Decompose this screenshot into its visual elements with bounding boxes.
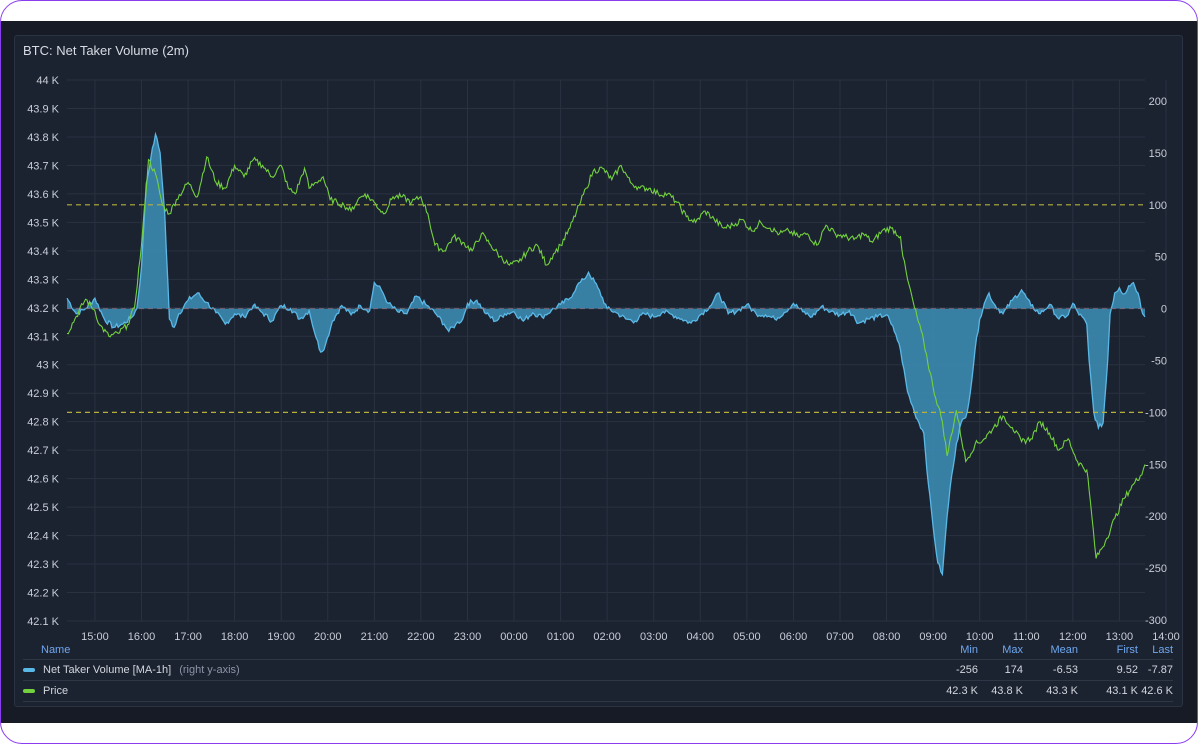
- legend-suffix-volume: (right y-axis): [179, 664, 240, 676]
- legend-name-volume: Net Taker Volume [MA-1h] (right y-axis): [23, 664, 933, 676]
- y-left-tick-label: 43.8 K: [27, 132, 59, 144]
- y-left-tick-label: 43.2 K: [27, 303, 59, 315]
- legend-row-price[interactable]: Price 42.3 K 43.8 K 43.3 K 43.1 K 42.6 K: [23, 681, 1173, 702]
- legend-table: Name Min Max Mean First Last Net Taker V…: [23, 640, 1173, 702]
- y-right-tick-label: -250: [1145, 563, 1167, 575]
- legend-price-min: 42.3 K: [946, 685, 978, 697]
- legend-price-first: 43.1 K: [1106, 685, 1138, 697]
- y-left-tick-label: 43.1 K: [27, 331, 59, 343]
- y-left-tick-label: 43.9 K: [27, 103, 59, 115]
- y-right-tick-label: 150: [1149, 148, 1167, 160]
- chart-panel: BTC: Net Taker Volume (2m) 42.1 K 42.2 K4…: [14, 35, 1183, 707]
- legend-volume-max: 174: [1004, 664, 1023, 676]
- legend-label-price[interactable]: Price: [43, 685, 68, 697]
- window-frame: BTC: Net Taker Volume (2m) 42.1 K 42.2 K4…: [0, 0, 1198, 744]
- y-left-tick-label: 44 K: [36, 75, 59, 87]
- y-left-tick-label: 43.7 K: [27, 160, 59, 172]
- left-axis-ticks: 42.1 K 42.2 K 42.3 K 42.4 K 42.5 K 42.6 K 42.7…: [27, 75, 59, 628]
- y-right-tick-label: -300: [1145, 615, 1167, 627]
- legend-row-volume[interactable]: Net Taker Volume [MA-1h] (right y-axis) …: [23, 660, 1173, 681]
- y-right-tick-label: 50: [1155, 252, 1167, 264]
- y-left-tick-label: 42.1 K: [27, 616, 59, 628]
- y-left-tick-label: 43.5 K: [27, 217, 59, 229]
- y-right-tick-label: 200: [1149, 96, 1167, 108]
- y-left-tick-label: 43.3 K: [27, 274, 59, 286]
- y-right-tick-label: 100: [1149, 200, 1167, 212]
- y-left-tick-label: 43.4 K: [27, 246, 59, 258]
- legend-header-name[interactable]: Name: [23, 644, 933, 656]
- legend-volume-first: 9.52: [1116, 664, 1138, 676]
- volume-series: [66, 131, 1146, 577]
- y-left-tick-label: 42.3 K: [27, 559, 59, 571]
- legend-volume-min: -256: [955, 664, 978, 676]
- y-right-tick-label: -200: [1145, 511, 1167, 523]
- y-right-tick-label: -100: [1145, 407, 1167, 419]
- legend-price-last: 42.6 K: [1141, 685, 1173, 697]
- legend-price-mean: 43.3 K: [1046, 685, 1078, 697]
- legend-volume-last: -7.87: [1147, 664, 1173, 676]
- y-left-tick-label: 42.4 K: [27, 531, 59, 543]
- legend-name-price: Price: [23, 685, 933, 697]
- y-right-tick-label: 0: [1161, 304, 1167, 316]
- volume-line: [66, 131, 1146, 577]
- legend-label-volume[interactable]: Net Taker Volume [MA-1h]: [43, 664, 171, 676]
- legend-header-mean[interactable]: Mean: [1023, 644, 1078, 656]
- legend-volume-mean: -6.53: [1052, 664, 1078, 676]
- y-right-tick-label: -150: [1145, 459, 1167, 471]
- right-axis-ticks: 200 150 100 50 0 -50 -100 -150 -200 -250 -300: [1145, 96, 1167, 627]
- legend-price-max: 43.8 K: [991, 685, 1023, 697]
- legend-swatch-price: [23, 689, 35, 693]
- y-right-tick-label: -50: [1151, 356, 1167, 368]
- y-left-tick-label: 43 K: [36, 360, 59, 372]
- y-left-tick-label: 42.5 K: [27, 502, 59, 514]
- legend-header-max[interactable]: Max: [978, 644, 1023, 656]
- legend-header-last[interactable]: Last: [1138, 644, 1173, 656]
- y-left-tick-label: 42.2 K: [27, 588, 59, 600]
- y-left-tick-label: 43.6 K: [27, 189, 59, 201]
- dashboard-background: BTC: Net Taker Volume (2m) 42.1 K 42.2 K4…: [1, 21, 1197, 723]
- y-left-tick-label: 42.6 K: [27, 474, 59, 486]
- legend-header-min[interactable]: Min: [933, 644, 978, 656]
- legend-header-first[interactable]: First: [1078, 644, 1138, 656]
- legend-header-row: Name Min Max Mean First Last: [23, 640, 1173, 660]
- grid: [67, 79, 1167, 622]
- price-line: [66, 155, 1146, 559]
- y-left-tick-label: 42.8 K: [27, 417, 59, 429]
- price-series: [66, 155, 1146, 559]
- legend-swatch-volume: [23, 668, 35, 672]
- y-left-tick-label: 42.9 K: [27, 388, 59, 400]
- y-left-tick-label: 42.7 K: [27, 445, 59, 457]
- volume-area: [67, 134, 1145, 575]
- chart-svg: 42.1 K 42.2 K 42.3 K 42.4 K 42.5 K 42.6 K 42.7…: [27, 75, 1180, 643]
